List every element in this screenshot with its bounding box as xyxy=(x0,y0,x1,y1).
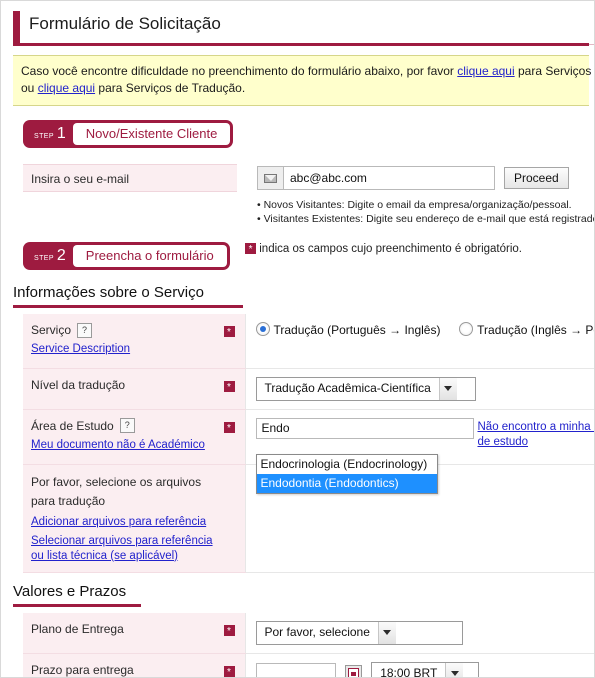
required-marker-legend-icon xyxy=(245,243,257,255)
required-marker-area-icon xyxy=(223,421,235,434)
label-area: Área de Estudo ? Meu documento não é Aca… xyxy=(23,409,245,465)
step-1-badge: STEP 1 Novo/Existente Cliente xyxy=(23,120,234,148)
level-select-value: Tradução Acadêmica-Científica xyxy=(264,380,431,395)
label-plan-text: Plano de Entrega xyxy=(31,621,124,636)
label-level: Nível da tradução xyxy=(23,368,245,410)
notice-text-4: para Serviços de Tradução. xyxy=(98,81,246,95)
autocomplete-option-endodontia[interactable]: Endodontia (Endodontics) xyxy=(256,473,437,493)
step-1-number-block: STEP 1 xyxy=(26,123,73,145)
step-2-label: Preencha o formulário xyxy=(72,245,227,267)
request-form-page: Formulário de Solicitação Caso você enco… xyxy=(0,0,595,678)
required-marker-level-icon xyxy=(223,380,235,393)
service-radio-option-1[interactable]: Tradução (Português → Inglês) xyxy=(255,322,444,337)
values-section-header: Valores e Prazos xyxy=(13,582,594,607)
value-service: Tradução (Português → Inglês) Tradução (… xyxy=(244,314,594,369)
page-header: Formulário de Solicitação xyxy=(7,7,594,47)
required-legend: indica os campos cujo preenchimento é ob… xyxy=(245,243,522,255)
email-input-group: Proceed xyxy=(257,166,569,190)
envelope-icon xyxy=(257,166,283,190)
area-help-icon[interactable]: ? xyxy=(119,418,135,433)
deadline-time-value: 18:00 BRT xyxy=(380,665,438,678)
row-level: Nível da tradução Tradução Acadêmica-Cie… xyxy=(23,368,594,410)
values-form-table: Plano de Entrega Por favor, selecione Pr… xyxy=(23,612,594,678)
area-of-study-input[interactable] xyxy=(255,417,474,439)
service-radio-option-2[interactable]: Tradução (Inglês → Portuguê xyxy=(459,322,594,337)
page-title: Formulário de Solicitação xyxy=(29,14,221,33)
email-row: Insira o seu e-mail Proceed xyxy=(23,164,594,192)
radio-pt-en-icon[interactable] xyxy=(255,322,270,336)
label-level-text: Nível da tradução xyxy=(31,377,126,392)
label-files: Por favor, selecione os arquivos para tr… xyxy=(23,464,245,573)
step-2-badge: STEP 2 Preencha o formulário xyxy=(23,242,230,270)
proceed-button[interactable]: Proceed xyxy=(504,167,569,189)
row-plan: Plano de Entrega Por favor, selecione xyxy=(23,612,594,654)
step-1-step-word: STEP xyxy=(34,130,54,141)
email-input[interactable] xyxy=(283,166,495,190)
label-area-text: Área de Estudo xyxy=(31,418,114,433)
email-hint-new: Novos Visitantes: Digite o email da empr… xyxy=(257,198,594,212)
calendar-icon[interactable] xyxy=(344,665,362,677)
service-form-table: Serviço ? Service Description Tradução (… xyxy=(23,314,595,573)
notice-link-proofreading[interactable]: clique aqui xyxy=(457,64,514,78)
service-radio-option-2-label: Tradução (Inglês → Portuguê xyxy=(477,323,594,337)
help-notice: Caso você encontre dificuldade no preenc… xyxy=(13,55,594,106)
value-plan: Por favor, selecione xyxy=(244,612,594,654)
deadline-date-input[interactable] xyxy=(255,663,336,677)
not-academic-link[interactable]: Meu documento não é Académico xyxy=(31,438,239,453)
level-select[interactable]: Tradução Acadêmica-Científica xyxy=(255,376,476,401)
required-marker-deadline-icon xyxy=(223,665,235,677)
required-marker-plan-icon xyxy=(223,624,235,637)
step-2-step-word: STEP xyxy=(34,252,54,263)
delivery-plan-chevron-down-icon[interactable] xyxy=(377,621,396,644)
radio-en-pt-icon[interactable] xyxy=(459,322,474,336)
step-1-label: Novo/Existente Cliente xyxy=(72,123,231,145)
row-deadline: Prazo para entrega 18:00 BRT xyxy=(23,653,594,678)
label-files-text: Por favor, selecione os arquivos para tr… xyxy=(31,474,202,508)
service-section-header: Informações sobre o Serviço xyxy=(13,284,594,308)
notice-link-translation[interactable]: clique aqui xyxy=(38,81,95,95)
autocomplete-option-endocrinologia[interactable]: Endocrinologia (Endocrinology) xyxy=(257,455,437,474)
delivery-plan-select-value: Por favor, selecione xyxy=(264,624,370,639)
service-radio-group: Tradução (Português → Inglês) Tradução (… xyxy=(255,322,594,338)
step-1-number: 1 xyxy=(56,125,66,142)
step-2-number-block: STEP 2 xyxy=(26,245,73,267)
step-2-number: 2 xyxy=(56,247,66,264)
add-reference-files-link[interactable]: Adicionar arquivos para referência xyxy=(31,515,239,530)
service-section-title: Informações sobre o Serviço xyxy=(13,284,204,301)
label-deadline: Prazo para entrega xyxy=(23,653,245,677)
values-section-title: Valores e Prazos xyxy=(13,582,127,600)
select-reference-files-link[interactable]: Selecionar arquivos para referência ou l… xyxy=(31,534,216,564)
page-inner: Formulário de Solicitação Caso você enco… xyxy=(7,7,595,677)
notice-text-2: para Serviços de R xyxy=(517,64,594,78)
value-deadline: 18:00 BRT xyxy=(244,653,594,678)
required-legend-text: indica os campos cujo preenchimento é ob… xyxy=(259,243,522,255)
notice-text-3: ou xyxy=(21,81,35,95)
delivery-plan-select[interactable]: Por favor, selecione xyxy=(255,620,463,645)
service-radio-option-1-label: Tradução (Português → Inglês) xyxy=(273,323,441,337)
email-hint-existing: Visitantes Existentes: Digite seu endere… xyxy=(257,212,594,226)
label-service-text: Serviço xyxy=(31,323,72,337)
label-deadline-text: Prazo para entrega xyxy=(31,662,134,677)
deadline-time-select[interactable]: 18:00 BRT xyxy=(371,661,480,678)
value-area: Não encontro a minha área de estudo Endo… xyxy=(244,409,595,494)
area-autocomplete-list: Endocrinologia (Endocrinology) Endodonti… xyxy=(255,453,438,494)
label-plan: Plano de Entrega xyxy=(23,612,245,654)
deadline-time-chevron-down-icon[interactable] xyxy=(445,662,464,677)
label-service: Serviço ? Service Description xyxy=(23,314,245,369)
row-area: Área de Estudo ? Meu documento não é Aca… xyxy=(23,409,595,494)
level-select-chevron-down-icon[interactable] xyxy=(438,377,457,400)
required-marker-service-icon xyxy=(223,326,235,338)
email-label: Insira o seu e-mail xyxy=(23,164,237,192)
area-not-found-link[interactable]: Não encontro a minha área de estudo xyxy=(478,420,595,450)
value-level: Tradução Acadêmica-Científica xyxy=(244,368,594,410)
notice-text-1: Caso você encontre dificuldade no preenc… xyxy=(21,64,454,78)
email-hints: Novos Visitantes: Digite o email da empr… xyxy=(257,198,594,226)
title-rule-tail xyxy=(589,44,594,45)
title-rule xyxy=(13,43,589,46)
service-help-icon[interactable]: ? xyxy=(77,322,93,338)
service-description-link[interactable]: Service Description xyxy=(31,342,239,357)
title-accent-bar xyxy=(13,11,20,43)
row-service: Serviço ? Service Description Tradução (… xyxy=(23,314,594,369)
